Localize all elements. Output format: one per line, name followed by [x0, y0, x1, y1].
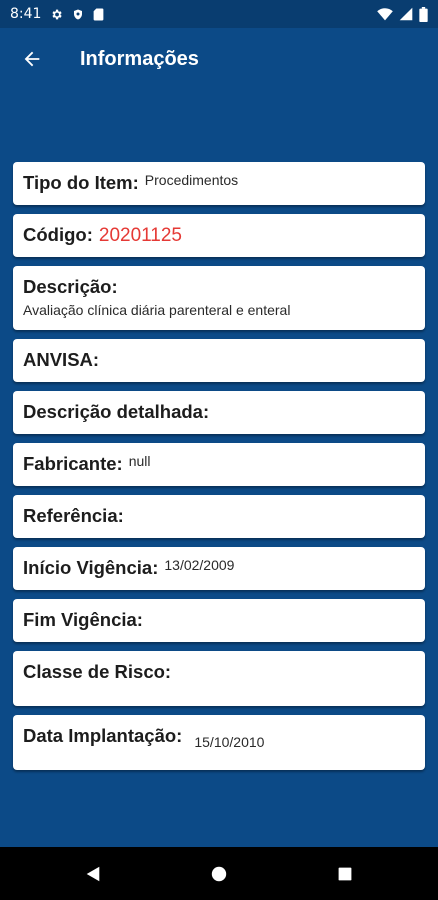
nav-recents-button[interactable] [282, 847, 408, 900]
tipo-item-label: Tipo do Item: [23, 172, 139, 193]
fim-vigencia-label: Fim Vigência: [23, 609, 143, 630]
card-codigo: Código: 20201125 [13, 214, 425, 257]
back-button[interactable] [12, 39, 52, 79]
card-tipo-item: Tipo do Item: Procedimentos [13, 162, 425, 205]
system-nav-bar [0, 847, 438, 900]
inicio-vigencia-value: 13/02/2009 [164, 557, 235, 573]
status-right [377, 6, 428, 22]
nav-home-button[interactable] [156, 847, 282, 900]
status-time: 8:41 [10, 6, 42, 22]
descricao-value: Avaliação clínica diária parenteral e en… [23, 302, 291, 318]
card-descricao-detalhada: Descrição detalhada: [13, 391, 425, 434]
status-left: 8:41 [10, 6, 104, 22]
fabricante-value: null [128, 453, 151, 469]
card-referencia: Referência: [13, 495, 425, 538]
card-classe-risco: Classe de Risco: [13, 651, 425, 706]
info-card-list: Tipo do Item: Procedimentos Código: 2020… [13, 162, 425, 779]
recents-square-icon [338, 867, 352, 880]
home-circle-icon [211, 866, 227, 881]
card-data-implantacao: Data Implantação: 15/10/2010 [13, 715, 425, 770]
data-implantacao-value: 15/10/2010 [194, 734, 265, 750]
codigo-value: 20201125 [98, 225, 182, 246]
card-fim-vigencia: Fim Vigência: [13, 599, 425, 642]
classe-risco-label: Classe de Risco: [23, 661, 172, 682]
tipo-item-value: Procedimentos [144, 172, 239, 188]
shield-icon [72, 8, 84, 21]
card-descricao: Descrição: Avaliação clínica diária pare… [13, 266, 425, 330]
card-fabricante: Fabricante: null [13, 443, 425, 486]
data-implantacao-label: Data Implantação: [23, 725, 183, 746]
nav-back-button[interactable] [30, 847, 156, 900]
card-inicio-vigencia: Início Vigência: 13/02/2009 [13, 547, 425, 590]
page-title: Informações [80, 47, 199, 70]
anvisa-label: ANVISA: [23, 349, 100, 370]
sd-card-icon [93, 8, 104, 21]
inicio-vigencia-label: Início Vigência: [23, 557, 159, 578]
codigo-label: Código: [23, 224, 93, 245]
app-bar: Informações [0, 28, 438, 90]
descricao-label: Descrição: [23, 276, 118, 297]
gear-icon [50, 8, 63, 21]
arrow-left-icon [24, 51, 40, 67]
wifi-icon [377, 7, 393, 21]
descricao-detalhada-label: Descrição detalhada: [23, 401, 210, 422]
back-triangle-icon [86, 866, 100, 881]
status-bar: 8:41 [0, 0, 438, 28]
card-anvisa: ANVISA: [13, 339, 425, 382]
referencia-label: Referência: [23, 505, 124, 526]
battery-icon [419, 6, 428, 22]
cellular-signal-icon [399, 7, 413, 21]
fabricante-label: Fabricante: [23, 453, 123, 474]
